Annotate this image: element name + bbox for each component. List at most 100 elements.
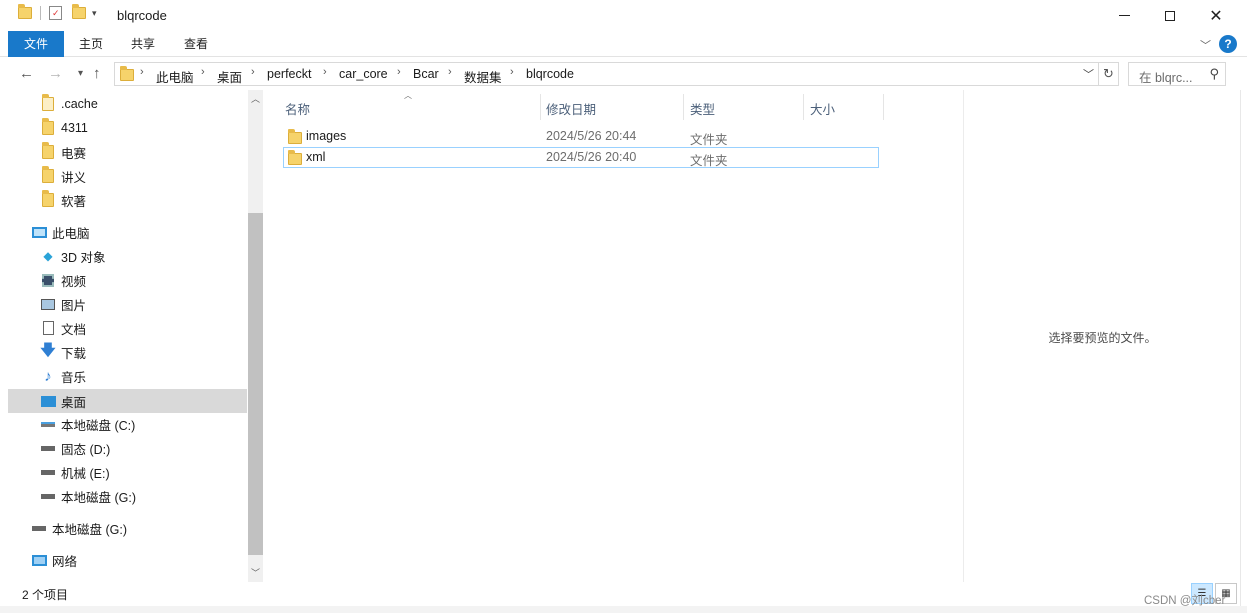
folder-icon (40, 94, 56, 111)
file-list: ︿ 名称 修改日期 类型 大小 images 2024/5/26 20:44 文… (263, 90, 963, 582)
nav-item-drive-g-removable[interactable]: 本地磁盘 (G:) (31, 516, 127, 540)
sort-ascending-icon: ︿ (404, 91, 412, 100)
nav-item-downloads[interactable]: 🡇 下载 (40, 340, 86, 364)
nav-item-music[interactable]: ♪ 音乐 (40, 364, 86, 388)
nav-item-drive-g[interactable]: 本地磁盘 (G:) (40, 484, 136, 508)
chevron-right-icon[interactable]: › (323, 66, 327, 78)
breadcrumb-car-core[interactable]: car_core (339, 67, 388, 81)
help-button[interactable]: ? (1219, 35, 1237, 53)
nav-item-drive-d[interactable]: 固态 (D:) (40, 436, 110, 460)
nav-item-label: 本地磁盘 (G:) (61, 490, 136, 505)
tab-share[interactable]: 共享 (122, 31, 164, 57)
column-divider[interactable] (803, 94, 804, 120)
file-type: 文件夹 (690, 133, 728, 147)
properties-icon[interactable]: ✓ (49, 6, 62, 20)
nav-item-network[interactable]: 网络 (31, 548, 77, 572)
nav-item-4311[interactable]: 4311 (40, 116, 88, 140)
breadcrumb-desktop[interactable]: 桌面 (217, 67, 242, 86)
file-type: 文件夹 (690, 154, 728, 168)
nav-item-label: 文档 (61, 322, 87, 337)
file-row-images[interactable]: images 2024/5/26 20:44 文件夹 (283, 126, 879, 147)
chevron-right-icon[interactable]: › (448, 66, 452, 78)
nav-item-cache[interactable]: .cache (40, 92, 98, 116)
file-name[interactable]: images (306, 129, 346, 143)
download-arrow-icon: 🡇 (40, 341, 56, 359)
search-icon: ⚲ (1209, 66, 1219, 81)
column-header-type[interactable]: 类型 (690, 99, 715, 118)
refresh-button[interactable]: ↻ (1099, 62, 1119, 86)
column-header-modified[interactable]: 修改日期 (546, 99, 596, 118)
chevron-right-icon[interactable]: › (251, 66, 255, 78)
breadcrumb-perfeckt[interactable]: perfeckt (267, 67, 311, 81)
file-name[interactable]: xml (306, 150, 325, 164)
nav-item-documents[interactable]: 文档 (40, 316, 86, 340)
nav-item-3d-objects[interactable]: ◆ 3D 对象 (40, 244, 105, 268)
nav-item-pictures[interactable]: 图片 (40, 292, 86, 316)
minimize-button[interactable] (1101, 0, 1147, 31)
tab-home[interactable]: 主页 (70, 31, 112, 57)
chevron-down-icon[interactable]: ▾ (92, 8, 97, 19)
column-divider[interactable] (540, 94, 541, 120)
nav-item-label: 机械 (E:) (61, 466, 110, 481)
expand-ribbon-icon[interactable]: ﹀ (1200, 37, 1211, 53)
nav-item-label: 音乐 (61, 370, 87, 385)
new-folder-icon[interactable] (72, 4, 86, 19)
nav-item-label: 软著 (61, 194, 87, 209)
scroll-down-icon[interactable]: ﹀ (248, 566, 263, 579)
nav-item-ruanzhu[interactable]: 软著 (40, 188, 86, 212)
column-header-name[interactable]: 名称 (285, 99, 310, 118)
picture-icon (40, 297, 56, 311)
tab-view[interactable]: 查看 (175, 31, 217, 57)
breadcrumb-dataset[interactable]: 数据集 (464, 67, 502, 86)
window-title: blqrcode (117, 8, 167, 23)
column-header-size[interactable]: 大小 (810, 99, 835, 118)
address-dropdown-icon[interactable]: ﹀ (1083, 66, 1094, 82)
nav-scrollbar-thumb[interactable] (248, 213, 263, 555)
nav-item-drive-e[interactable]: 机械 (E:) (40, 460, 110, 484)
address-bar[interactable]: › 此电脑 › 桌面 › perfeckt › car_core › Bcar … (114, 62, 1099, 86)
navigation-pane: .cache 4311 电赛 讲义 软著 此电脑 ◆ 3D 对象 视频 图片 文… (0, 90, 263, 582)
back-arrow-icon[interactable]: ← (19, 65, 34, 82)
folder-icon (18, 4, 32, 19)
background-window-edge (1240, 90, 1247, 613)
nav-item-label: 电赛 (61, 146, 87, 161)
search-placeholder: 在 blqrc... (1139, 71, 1193, 85)
recent-locations-icon[interactable]: ▾ (78, 68, 83, 79)
folder-icon (120, 66, 134, 81)
file-row-xml[interactable]: xml 2024/5/26 20:40 文件夹 (283, 147, 879, 168)
chevron-right-icon[interactable]: › (397, 66, 401, 78)
nav-item-label: 桌面 (61, 395, 87, 410)
up-arrow-icon[interactable]: ↑ (93, 65, 101, 82)
nav-item-desktop[interactable]: 桌面 (8, 389, 247, 413)
nav-item-diansai[interactable]: 电赛 (40, 140, 86, 164)
search-input[interactable]: 在 blqrc... ⚲ (1128, 62, 1226, 86)
nav-item-videos[interactable]: 视频 (40, 268, 86, 292)
tab-file[interactable]: 文件 (8, 31, 64, 57)
chevron-right-icon[interactable]: › (140, 66, 144, 78)
bottom-strip (0, 606, 1247, 613)
breadcrumb-blqrcode[interactable]: blqrcode (526, 67, 574, 81)
chevron-right-icon[interactable]: › (201, 66, 205, 78)
nav-item-jiangyi[interactable]: 讲义 (40, 164, 86, 188)
breadcrumb-this-pc[interactable]: 此电脑 (156, 67, 194, 86)
folder-icon (40, 142, 56, 159)
nav-item-label: .cache (61, 97, 98, 111)
nav-item-this-pc[interactable]: 此电脑 (31, 220, 90, 244)
file-modified: 2024/5/26 20:40 (546, 150, 637, 164)
file-modified: 2024/5/26 20:44 (546, 129, 637, 143)
chevron-right-icon[interactable]: › (510, 66, 514, 78)
drive-icon (40, 441, 56, 455)
close-icon: ✕ (1209, 7, 1223, 25)
breadcrumb-bcar[interactable]: Bcar (413, 67, 439, 81)
drive-icon (40, 465, 56, 479)
nav-item-label: 讲义 (61, 170, 87, 185)
close-button[interactable]: ✕ (1193, 0, 1239, 31)
nav-item-label: 4311 (61, 121, 88, 135)
column-divider[interactable] (883, 94, 884, 120)
column-divider[interactable] (683, 94, 684, 120)
scroll-up-icon[interactable]: ︿ (248, 92, 263, 105)
nav-item-drive-c[interactable]: 本地磁盘 (C:) (40, 412, 135, 436)
forward-arrow-icon[interactable]: → (48, 65, 63, 82)
drive-icon (40, 489, 56, 503)
maximize-button[interactable] (1147, 0, 1193, 31)
